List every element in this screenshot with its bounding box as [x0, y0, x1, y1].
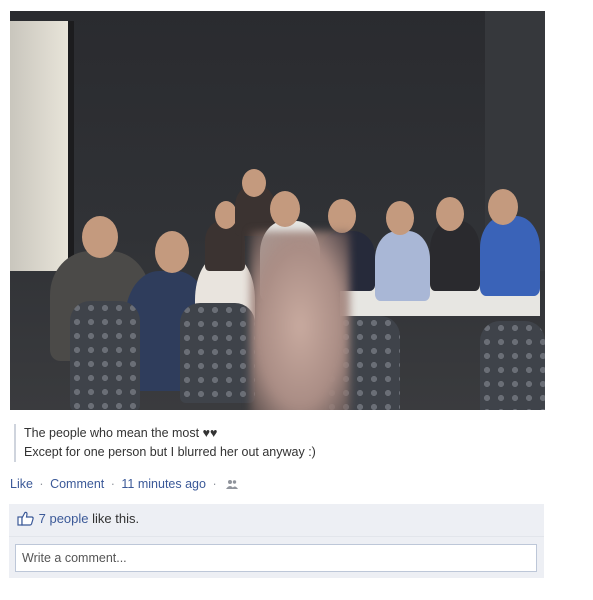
comment-link[interactable]: Comment [50, 477, 104, 491]
separator: · [39, 477, 44, 491]
comment-input[interactable] [15, 544, 537, 572]
thumbs-up-icon [17, 511, 35, 526]
photo-chair [480, 321, 545, 410]
photo-chair [70, 301, 140, 410]
separator: · [212, 477, 217, 491]
comment-area [9, 536, 544, 578]
caption-line-2: Except for one person but I blurred her … [24, 445, 316, 459]
post-actions: Like · Comment · 11 minutes ago · [10, 477, 239, 491]
post-caption: The people who mean the most ♥♥ Except f… [14, 424, 544, 462]
timestamp-link[interactable]: 11 minutes ago [121, 477, 206, 491]
likes-suffix: like this. [88, 511, 140, 526]
friends-icon[interactable] [226, 478, 239, 489]
like-link[interactable]: Like [10, 477, 33, 491]
likes-count-link[interactable]: 7 people [39, 511, 89, 526]
caption-line-1: The people who mean the most ♥♥ [24, 426, 218, 440]
separator: · [110, 477, 115, 491]
post-photo[interactable] [10, 11, 545, 410]
blurred-person [250, 231, 350, 410]
likes-bar: 7 people like this. [9, 504, 544, 536]
photo-chair [180, 303, 255, 403]
